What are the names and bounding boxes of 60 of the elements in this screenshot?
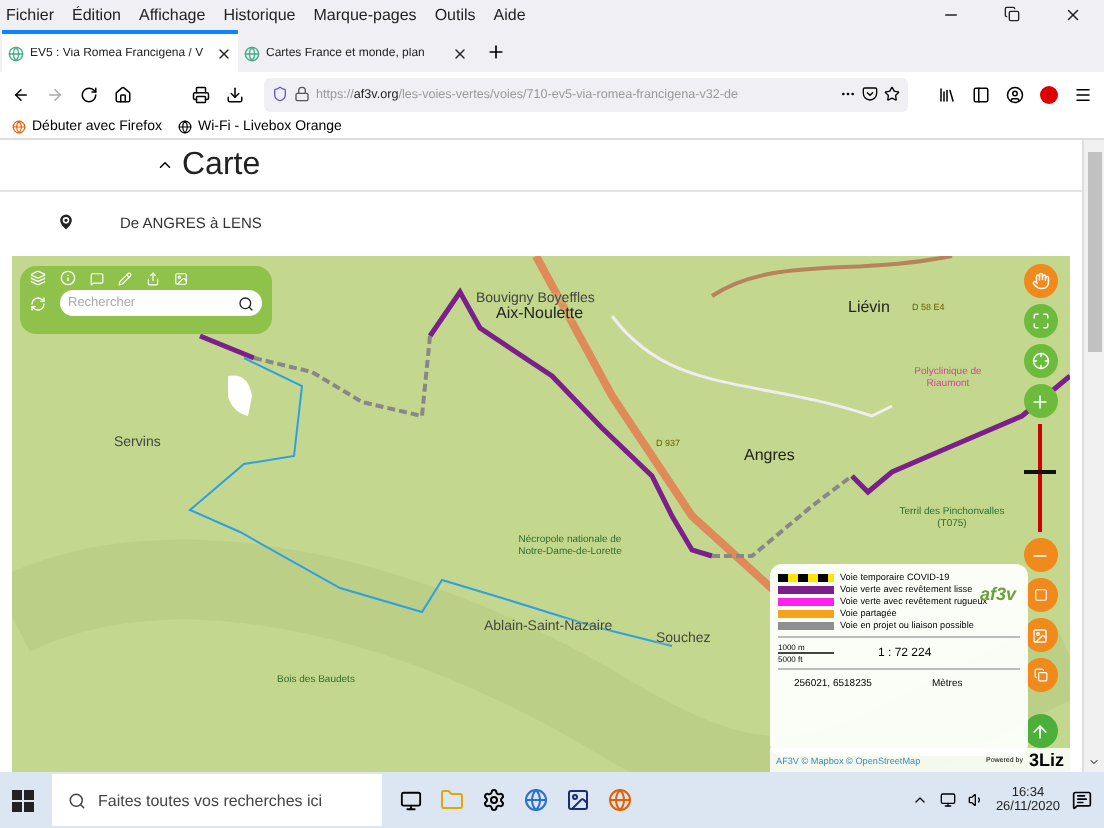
- scroll-down-icon[interactable]: [1088, 756, 1100, 768]
- arrow-up-icon: [1030, 721, 1050, 741]
- menu-item[interactable]: Outils: [434, 5, 476, 23]
- download-icon[interactable]: [226, 85, 244, 103]
- search-icon: [68, 791, 86, 809]
- network-icon[interactable]: [939, 792, 956, 808]
- lake-shape: [228, 375, 252, 416]
- image-icon: [1032, 627, 1048, 643]
- menu-item[interactable]: Fichier: [6, 5, 55, 23]
- globe-icon: [244, 45, 260, 61]
- restore-icon[interactable]: [1004, 6, 1020, 22]
- close-icon[interactable]: [1064, 5, 1082, 23]
- menu-item[interactable]: Affichage: [138, 5, 206, 23]
- section-title: Carte: [182, 147, 261, 183]
- close-icon[interactable]: [216, 45, 232, 61]
- menu-item[interactable]: Édition: [72, 5, 121, 23]
- zoom-in-button[interactable]: [1023, 384, 1057, 418]
- account-icon[interactable]: [1006, 85, 1024, 103]
- search-icon[interactable]: [238, 295, 254, 311]
- copy-icon: [1033, 668, 1047, 682]
- map-label: Liévin: [848, 300, 890, 318]
- task-view-icon[interactable]: [400, 789, 422, 811]
- shield-icon[interactable]: [272, 86, 288, 102]
- menu-item[interactable]: Aide: [493, 5, 526, 23]
- lock-icon[interactable]: [294, 86, 310, 102]
- library-icon[interactable]: [938, 85, 956, 103]
- pocket-icon[interactable]: [862, 86, 878, 102]
- square-icon: [1033, 588, 1047, 602]
- map-app-icon[interactable]: [566, 788, 590, 812]
- globe-icon: [177, 120, 192, 134]
- windows-logo-icon[interactable]: [12, 789, 34, 811]
- menu-item[interactable]: Historique: [223, 5, 296, 23]
- taskbar-search-field[interactable]: Faites toutes vos recherches ici: [52, 774, 382, 826]
- volume-icon[interactable]: [967, 792, 984, 808]
- brand-logo: 3Liz: [1028, 750, 1064, 770]
- reload-icon[interactable]: [80, 85, 98, 103]
- pin-icon: [56, 212, 76, 232]
- hand-icon: [1031, 272, 1049, 290]
- back-icon[interactable]: [12, 85, 30, 103]
- plus-icon: [1030, 391, 1050, 411]
- crosshair-icon: [1031, 352, 1049, 370]
- zoom-thumb[interactable]: [1024, 470, 1056, 475]
- map-label: Angres: [744, 448, 795, 466]
- collapse-icon[interactable]: [156, 156, 174, 174]
- new-tab-icon[interactable]: [486, 42, 506, 62]
- scrollbar[interactable]: [1082, 140, 1104, 772]
- globe-icon: [12, 120, 26, 134]
- star-icon[interactable]: [884, 86, 900, 102]
- sidebar-icon[interactable]: [972, 85, 990, 103]
- map-label: Aix-Noulette: [496, 306, 584, 324]
- settings-icon[interactable]: [482, 788, 506, 812]
- printer-icon[interactable]: [192, 85, 210, 103]
- close-icon[interactable]: [452, 45, 468, 61]
- menu-item[interactable]: Marque-pages: [313, 5, 417, 23]
- menu-icon[interactable]: [1074, 85, 1092, 103]
- tray-chevron-icon[interactable]: [911, 792, 928, 808]
- home-icon[interactable]: [114, 85, 132, 103]
- notification-icon[interactable]: [1072, 790, 1092, 810]
- fullscreen-icon: [1031, 312, 1049, 330]
- globe-icon: [8, 45, 24, 61]
